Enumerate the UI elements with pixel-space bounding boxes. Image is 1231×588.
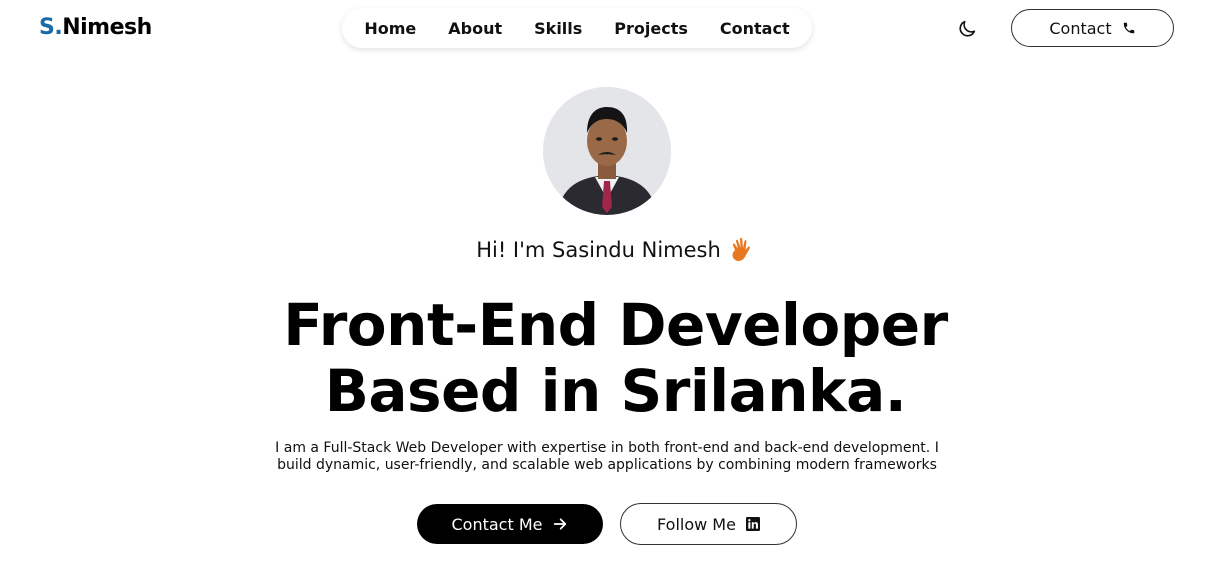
site-logo[interactable]: S.Nimesh xyxy=(39,15,152,40)
contact-me-label: Contact Me xyxy=(451,514,543,534)
header-contact-label: Contact xyxy=(1049,18,1112,38)
nav-about[interactable]: About xyxy=(448,19,502,38)
header-contact-button[interactable]: Contact xyxy=(1011,9,1174,47)
hero-description: I am a Full-Stack Web Developer with exp… xyxy=(265,440,949,474)
linkedin-icon xyxy=(745,517,760,531)
logo-prefix: S. xyxy=(39,15,63,40)
portfolio-page: S.Nimesh Home About Skills Projects Cont… xyxy=(0,0,1231,588)
follow-me-label: Follow Me xyxy=(657,514,736,534)
phone-icon xyxy=(1123,22,1134,34)
description-line-2: build dynamic, user-friendly, and scalab… xyxy=(277,457,937,473)
contact-me-button[interactable]: Contact Me xyxy=(417,504,603,544)
waving-hand-icon xyxy=(732,237,750,261)
headline-line-1: Front-End Developer xyxy=(283,291,948,359)
greeting-text: Hi! I'm Sasindu Nimesh xyxy=(476,238,721,262)
logo-name: Nimesh xyxy=(62,15,152,40)
headline-line-2: Based in Srilanka. xyxy=(324,357,907,425)
hero-headline: Front-End Developer Based in Srilanka. xyxy=(0,292,1231,424)
follow-me-button[interactable]: Follow Me xyxy=(620,503,797,545)
main-nav: Home About Skills Projects Contact xyxy=(342,8,812,48)
nav-home[interactable]: Home xyxy=(364,19,416,38)
description-line-1: I am a Full-Stack Web Developer with exp… xyxy=(275,440,939,456)
nav-skills[interactable]: Skills xyxy=(534,19,582,38)
moon-icon[interactable] xyxy=(956,18,978,40)
nav-contact[interactable]: Contact xyxy=(720,19,790,38)
nav-projects[interactable]: Projects xyxy=(614,19,688,38)
arrow-right-icon xyxy=(554,518,567,530)
hero-greeting: Hi! I'm Sasindu Nimesh xyxy=(0,236,1231,264)
profile-photo xyxy=(543,87,671,215)
